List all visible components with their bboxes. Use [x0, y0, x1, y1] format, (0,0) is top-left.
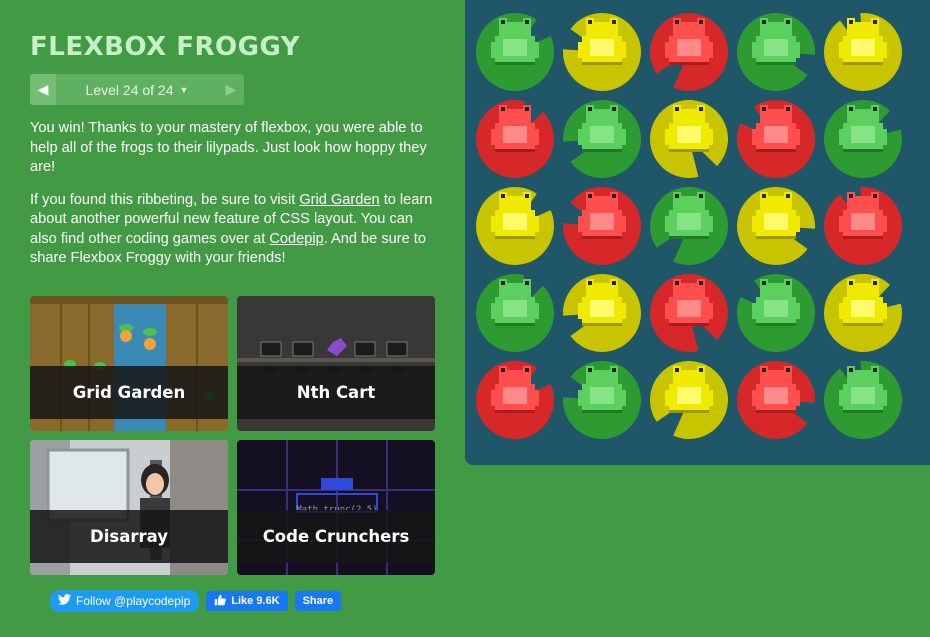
facebook-like-button[interactable]: Like 9.6K: [206, 591, 288, 611]
sidebar: FLEXBOX FROGGY ◀ Level 24 of 24 ▼ ▶ You …: [30, 0, 435, 575]
lilypad-with-frog: [737, 99, 815, 178]
lilypad-with-frog: [824, 361, 902, 440]
lilypad-with-frog: [736, 361, 815, 440]
lilypad-with-frog: [476, 187, 554, 265]
lilypad-with-frog: [563, 100, 641, 179]
lilypad-with-frog: [563, 186, 641, 265]
pond-board: [475, 12, 903, 440]
level-navigation: ◀ Level 24 of 24 ▼ ▶: [30, 74, 244, 105]
chevron-left-icon: ◀: [37, 81, 49, 97]
next-level-button[interactable]: ▶: [218, 74, 244, 105]
lilypad-with-frog: [824, 13, 902, 91]
level-indicator-dropdown[interactable]: Level 24 of 24 ▼: [56, 74, 218, 105]
lilypad-with-frog: [650, 12, 728, 92]
like-count-label: Like 9.6K: [231, 595, 280, 607]
lilypad-with-frog: [737, 274, 815, 352]
promo-message: If you found this ribbeting, be sure to …: [30, 191, 435, 269]
win-message: You win! Thanks to your mastery of flexb…: [30, 120, 427, 175]
lilypad-with-frog: [824, 187, 903, 265]
lilypad-with-frog: [563, 361, 641, 439]
lilypad-with-frog: [650, 274, 728, 352]
lilypad-with-frog: [475, 361, 554, 439]
facebook-share-button[interactable]: Share: [294, 591, 342, 611]
game-card-label: Disarray: [30, 510, 228, 563]
share-label: Share: [302, 595, 334, 607]
social-buttons: Follow @playcodepip Like 9.6K Share: [50, 590, 342, 612]
game-card-grid-garden[interactable]: Grid Garden: [30, 296, 228, 431]
game-card-label: Nth Cart: [237, 366, 435, 419]
lilypad-with-frog: [563, 274, 641, 353]
game-cards: Grid Garden Nth Cart Disarray Code Crunc…: [30, 296, 435, 575]
game-card-code-crunchers[interactable]: Math.trunc(2.5) Code Crunchers: [237, 440, 435, 575]
twitter-bird-icon: [58, 594, 71, 608]
game-card-disarray[interactable]: Disarray: [30, 440, 228, 575]
level-label: Level 24 of 24: [85, 81, 174, 98]
page-title: FLEXBOX FROGGY: [30, 32, 301, 62]
lilypad-with-frog: [476, 274, 554, 353]
twitter-follow-label: Follow @playcodepip: [76, 594, 191, 608]
lilypad-with-frog: [476, 12, 554, 91]
game-card-label: Code Crunchers: [237, 510, 435, 563]
lilypad-with-frog: [736, 187, 815, 266]
thumbs-up-icon: [214, 594, 226, 609]
twitter-follow-button[interactable]: Follow @playcodepip: [50, 590, 200, 612]
chevron-right-icon: ▶: [225, 81, 237, 97]
caret-down-icon: ▼: [179, 84, 189, 95]
pond: [465, 0, 930, 465]
promo-text-a: If you found this ribbeting, be sure to …: [30, 191, 300, 208]
lilypad-with-frog: [824, 99, 902, 178]
lilypad-with-frog: [824, 274, 902, 352]
game-card-label: Grid Garden: [30, 366, 228, 419]
lilypad-with-frog: [650, 361, 728, 439]
lilypad-with-frog: [563, 12, 641, 91]
previous-level-button[interactable]: ◀: [30, 74, 56, 105]
lilypad-with-frog: [737, 13, 815, 92]
lilypad-with-frog: [476, 100, 554, 178]
lilypad-with-frog: [650, 187, 728, 265]
lilypad-with-frog: [650, 99, 728, 178]
instructions: You win! Thanks to your mastery of flexb…: [30, 119, 435, 269]
codepip-link[interactable]: Codepip: [269, 231, 323, 247]
game-card-nth-cart[interactable]: Nth Cart: [237, 296, 435, 431]
grid-garden-link[interactable]: Grid Garden: [299, 192, 379, 208]
